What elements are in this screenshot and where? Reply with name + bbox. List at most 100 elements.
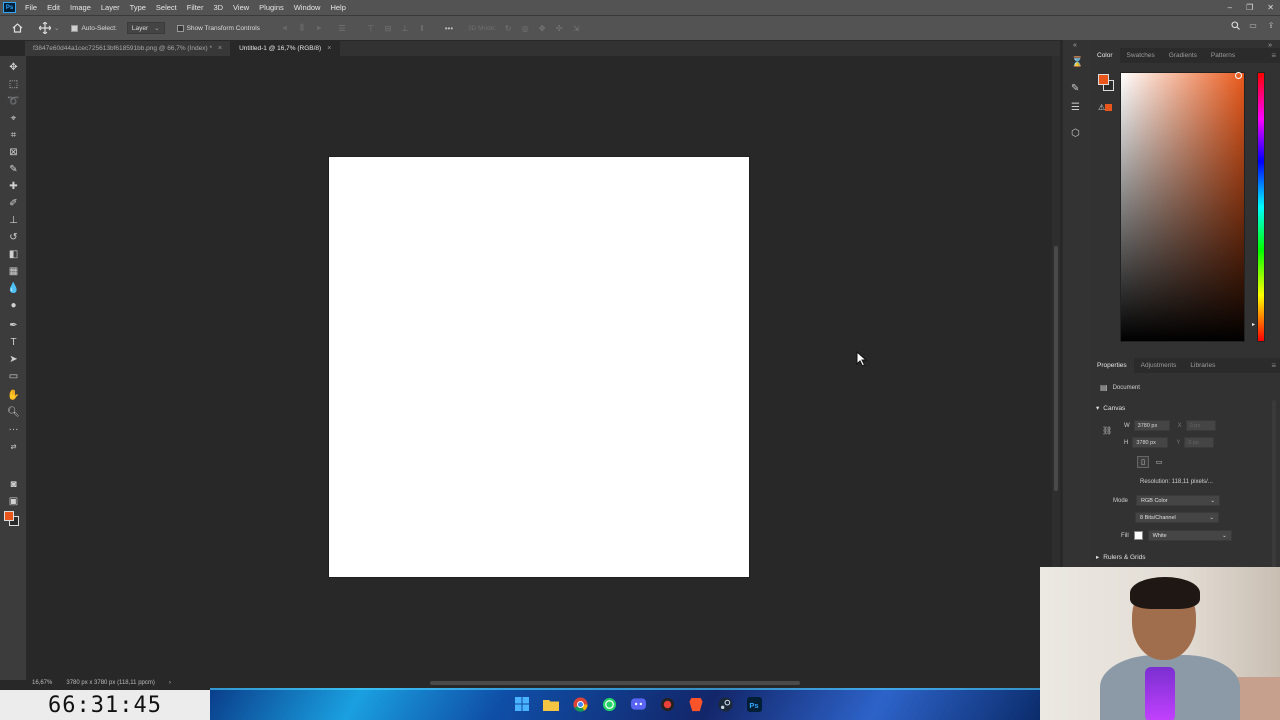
more-tools-icon[interactable]: ···	[6, 422, 21, 436]
tab-document-2[interactable]: Untitled-1 @ 16,7% (RGB/8) ×	[231, 41, 341, 56]
history-brush-tool-icon[interactable]: ↺	[6, 230, 21, 244]
share-icon[interactable]: ⇪	[1266, 21, 1276, 30]
tab-gradients[interactable]: Gradients	[1162, 48, 1204, 63]
width-field[interactable]: 3780 px	[1133, 420, 1170, 431]
tab-properties[interactable]: Properties	[1090, 358, 1134, 373]
tab-adjustments[interactable]: Adjustments	[1134, 358, 1184, 373]
document-info[interactable]: 3780 px x 3780 px (118,11 ppcm)	[66, 680, 155, 686]
menu-help[interactable]: Help	[325, 3, 350, 12]
height-field[interactable]: 3780 px	[1132, 437, 1169, 448]
dodge-tool-icon[interactable]: ●	[6, 298, 21, 312]
move-tool-icon[interactable]: ✥	[6, 60, 21, 74]
chevron-right-icon[interactable]: ›	[169, 680, 171, 686]
photoshop-icon[interactable]: Ps	[745, 695, 763, 713]
align-center-icon[interactable]: ⫼	[297, 23, 307, 33]
minimize-icon[interactable]: –	[1228, 3, 1232, 12]
workspace-icon[interactable]: ▭	[1248, 21, 1258, 30]
menu-view[interactable]: View	[228, 3, 254, 12]
document-canvas[interactable]	[329, 157, 749, 577]
auto-select-target-dropdown[interactable]: Layer ⌄	[126, 22, 165, 34]
eyedropper-tool-icon[interactable]: ✎	[6, 162, 21, 176]
menu-select[interactable]: Select	[151, 3, 182, 12]
file-explorer-icon[interactable]	[542, 695, 560, 713]
collapse-icon[interactable]: «	[1073, 42, 1077, 49]
blur-tool-icon[interactable]: 💧	[6, 281, 21, 295]
fill-dropdown[interactable]: White ⌄	[1147, 530, 1232, 541]
x-field[interactable]: 0 px	[1185, 420, 1216, 431]
clone-stamp-tool-icon[interactable]: ⊥	[6, 213, 21, 227]
hand-tool-icon[interactable]: ✋	[6, 388, 21, 402]
landscape-orientation-icon[interactable]: ▭	[1153, 456, 1165, 468]
rulers-grids-section-header[interactable]: ▸ Rulers & Grids	[1096, 553, 1146, 562]
3d-scale-icon[interactable]: ⇲	[571, 24, 581, 33]
align-left-icon[interactable]: ⫷	[280, 23, 290, 33]
more-options-icon[interactable]: •••	[444, 24, 454, 33]
zoom-level[interactable]: 16,67%	[32, 680, 52, 686]
3d-drag-icon[interactable]: ✥	[537, 24, 547, 33]
rectangle-tool-icon[interactable]: ▭	[6, 369, 21, 383]
color-picker-marker[interactable]	[1235, 72, 1242, 79]
hue-slider-handle[interactable]: ▸	[1252, 321, 1255, 328]
tab-libraries[interactable]: Libraries	[1183, 358, 1222, 373]
align-right-icon[interactable]: ⫸	[314, 23, 324, 33]
portrait-orientation-icon[interactable]: ▯	[1137, 456, 1149, 468]
show-transform-checkbox[interactable]: Show Transform Controls	[176, 21, 260, 35]
align-bottom-icon[interactable]: ⊥	[400, 24, 410, 33]
brush-tool-icon[interactable]: ✐	[6, 196, 21, 210]
3d-slide-icon[interactable]: ✣	[554, 24, 564, 33]
gradient-tool-icon[interactable]: ▦	[6, 264, 21, 278]
brush-settings-icon[interactable]: ✎	[1071, 83, 1079, 94]
crop-tool-icon[interactable]: ⌗	[6, 128, 21, 142]
tab-document-1[interactable]: f3847e60d44a1cec725613bf618591bb.png @ 6…	[25, 41, 232, 56]
menu-file[interactable]: File	[20, 3, 42, 12]
menu-layer[interactable]: Layer	[96, 3, 125, 12]
properties-scrollbar[interactable]	[1272, 400, 1276, 570]
brave-icon[interactable]	[687, 695, 705, 713]
search-icon[interactable]	[1230, 21, 1240, 30]
swap-colors-icon[interactable]: ⇄	[6, 440, 21, 454]
tab-color[interactable]: Color	[1090, 48, 1120, 63]
menu-window[interactable]: Window	[289, 3, 326, 12]
y-field[interactable]: 0 px	[1184, 437, 1215, 448]
history-icon[interactable]: ⌛	[1071, 57, 1083, 68]
3d-roll-icon[interactable]: ◎	[520, 24, 530, 33]
tab-patterns[interactable]: Patterns	[1204, 48, 1242, 63]
auto-select-checkbox[interactable]: Auto-Select:	[71, 21, 117, 35]
close-icon[interactable]: ×	[218, 45, 222, 52]
panel-menu-icon[interactable]: ≡	[1271, 361, 1276, 370]
marquee-tool-icon[interactable]: ⬚	[6, 77, 21, 91]
pen-tool-icon[interactable]: ✒	[6, 318, 21, 332]
menu-3d[interactable]: 3D	[208, 3, 228, 12]
gamut-color-swatch[interactable]	[1105, 104, 1112, 111]
link-icon[interactable]: ⛓	[1102, 426, 1112, 435]
menu-filter[interactable]: Filter	[182, 3, 209, 12]
align-middle-icon[interactable]: ⊟	[383, 24, 393, 33]
bit-depth-dropdown[interactable]: 8 Bits/Channel ⌄	[1135, 512, 1219, 523]
3d-icon[interactable]: ⬡	[1071, 128, 1080, 139]
frame-tool-icon[interactable]: ⊠	[6, 145, 21, 159]
discord-icon[interactable]	[629, 695, 647, 713]
foreground-color-swatch[interactable]	[1098, 74, 1109, 85]
close-icon[interactable]: ×	[327, 45, 331, 52]
tab-swatches[interactable]: Swatches	[1120, 48, 1162, 63]
menu-edit[interactable]: Edit	[42, 3, 65, 12]
move-tool-icon[interactable]: ⌄	[39, 21, 59, 35]
menu-plugins[interactable]: Plugins	[254, 3, 289, 12]
lasso-tool-icon[interactable]: ➰	[6, 94, 21, 108]
canvas-section-header[interactable]: ▾ Canvas	[1096, 404, 1125, 413]
eraser-tool-icon[interactable]: ◧	[6, 247, 21, 261]
app-icon[interactable]	[658, 695, 676, 713]
path-selection-tool-icon[interactable]: ➤	[6, 352, 21, 366]
steam-icon[interactable]	[716, 695, 734, 713]
foreground-color-swatch[interactable]	[4, 511, 14, 521]
mode-dropdown[interactable]: RGB Color ⌄	[1136, 495, 1221, 506]
3d-rotate-icon[interactable]: ↻	[503, 24, 513, 33]
align-top-icon[interactable]: ⊤	[366, 24, 376, 33]
quick-mask-icon[interactable]: ◙	[6, 477, 21, 491]
windows-icon[interactable]	[513, 695, 531, 713]
panel-menu-icon[interactable]: ≡	[1271, 51, 1276, 60]
fill-color-swatch[interactable]	[1133, 531, 1143, 540]
screen-mode-icon[interactable]: ▣	[6, 494, 21, 508]
type-tool-icon[interactable]: T	[6, 335, 21, 349]
healing-brush-tool-icon[interactable]: ✚	[6, 179, 21, 193]
